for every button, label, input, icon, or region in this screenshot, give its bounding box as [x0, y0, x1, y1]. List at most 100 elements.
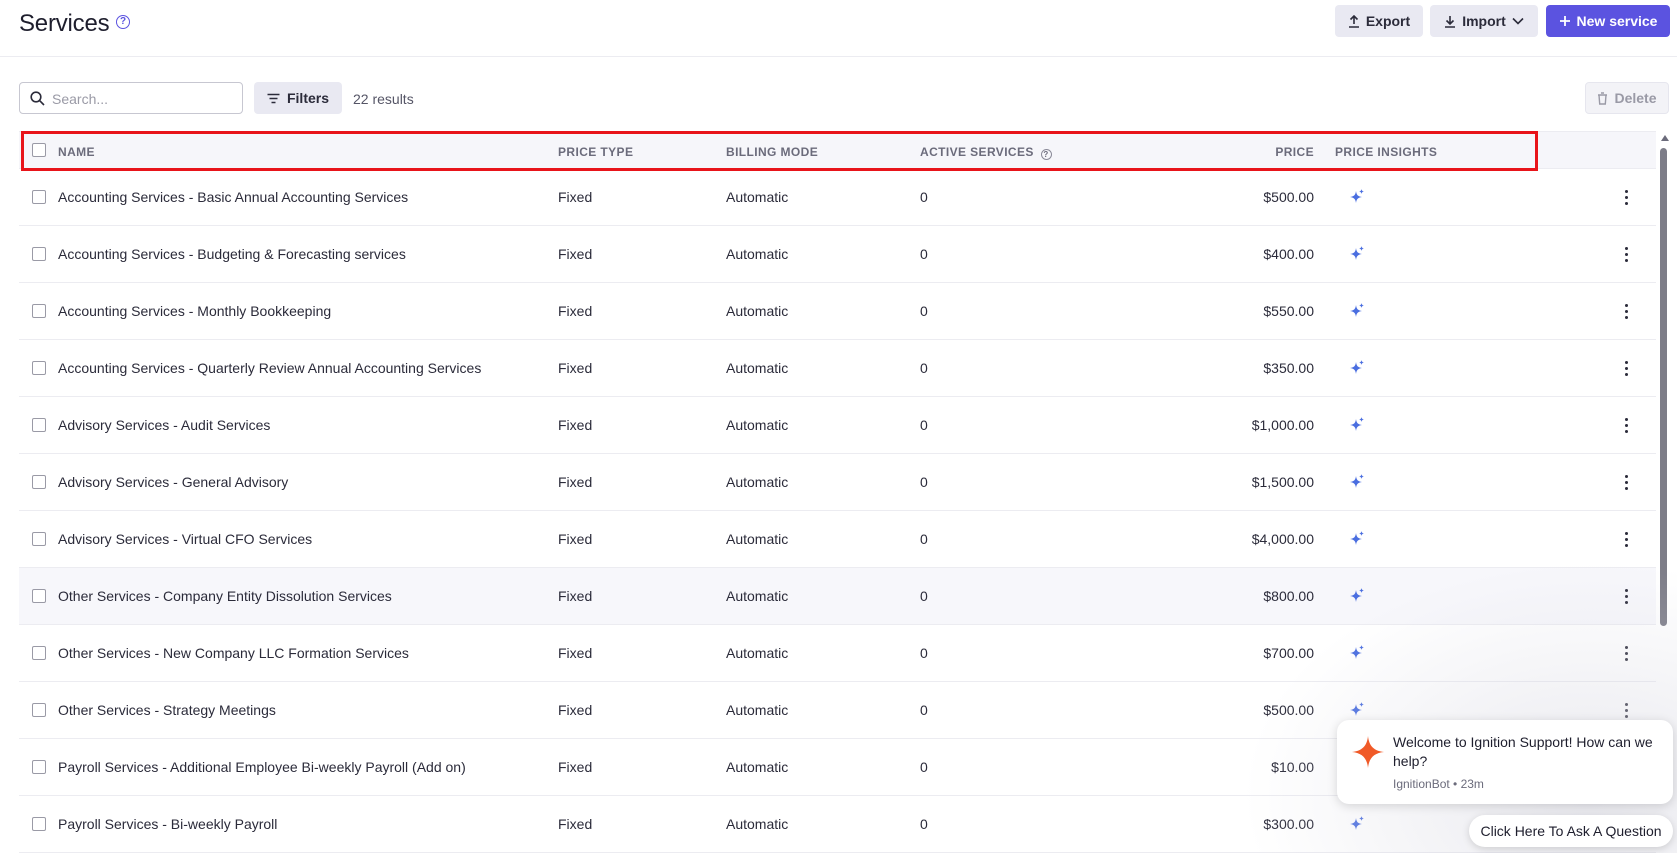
download-icon [1445, 15, 1456, 28]
table-row[interactable]: Advisory Services - Audit Services Fixed A… [19, 397, 1656, 454]
cell-price: $300.00 [1263, 816, 1314, 832]
table-row[interactable]: Advisory Services - General Advisory Fixe… [19, 454, 1656, 511]
sparkle-icon[interactable] [1348, 473, 1366, 491]
table-row[interactable]: Accounting Services - Quarterly Review A… [19, 340, 1656, 397]
row-checkbox[interactable] [32, 361, 46, 375]
export-label: Export [1365, 13, 1411, 29]
cell-name[interactable]: Other Services - Company Entity Dissolut… [58, 588, 392, 604]
row-menu-icon[interactable] [1623, 529, 1629, 549]
sparkle-icon[interactable] [1348, 359, 1366, 377]
row-menu-icon[interactable] [1623, 700, 1629, 720]
sparkle-icon[interactable] [1348, 416, 1366, 434]
page-title: Services [19, 10, 110, 37]
row-checkbox[interactable] [32, 304, 46, 318]
row-menu-icon[interactable] [1623, 415, 1629, 435]
row-checkbox[interactable] [32, 190, 46, 204]
column-header-price[interactable]: PRICE [1194, 145, 1314, 159]
table-row[interactable]: Payroll Services - Bi-weekly Payroll Fixe… [19, 796, 1656, 853]
table-row[interactable]: Other Services - Company Entity Dissolut… [19, 568, 1656, 625]
row-menu-icon[interactable] [1623, 586, 1629, 606]
row-menu-icon[interactable] [1623, 358, 1629, 378]
cell-active-services: 0 [920, 246, 928, 262]
cell-price: $1,500.00 [1251, 474, 1314, 490]
cell-name[interactable]: Payroll Services - Bi-weekly Payroll [58, 816, 277, 832]
cell-price-type: Fixed [558, 417, 593, 433]
plus-icon [1559, 16, 1570, 26]
sparkle-icon[interactable] [1348, 245, 1366, 263]
cell-price: $1,000.00 [1251, 417, 1314, 433]
row-menu-icon[interactable] [1623, 643, 1629, 663]
cell-name[interactable]: Accounting Services - Basic Annual Accou… [58, 189, 408, 205]
sparkle-icon[interactable] [1348, 587, 1366, 605]
row-menu-icon[interactable] [1623, 244, 1629, 264]
row-checkbox[interactable] [32, 703, 46, 717]
row-checkbox[interactable] [32, 760, 46, 774]
sparkle-icon [1352, 736, 1384, 768]
cell-name[interactable]: Accounting Services - Budgeting & Foreca… [58, 246, 406, 262]
cell-name[interactable]: Advisory Services - General Advisory [58, 474, 288, 490]
column-header-price-type[interactable]: PRICE TYPE [558, 145, 633, 159]
row-checkbox[interactable] [32, 247, 46, 261]
cell-billing-mode: Automatic [726, 531, 789, 547]
chat-sender-meta: IgnitionBot • 23m [1393, 777, 1484, 791]
sparkle-icon[interactable] [1348, 701, 1366, 719]
cell-name[interactable]: Accounting Services - Monthly Bookkeepin… [58, 303, 331, 319]
cell-name[interactable]: Advisory Services - Audit Services [58, 417, 270, 433]
cell-active-services: 0 [920, 417, 928, 433]
export-button[interactable]: Export [1335, 5, 1423, 37]
row-checkbox[interactable] [32, 817, 46, 831]
table-row[interactable]: Accounting Services - Basic Annual Accou… [19, 169, 1656, 226]
scrollbar-thumb[interactable] [1660, 148, 1667, 626]
import-button[interactable]: Import [1430, 5, 1538, 37]
column-header-active-services[interactable]: ACTIVE SERVICES ? [920, 145, 1052, 160]
row-checkbox[interactable] [32, 589, 46, 603]
column-header-price-insights: PRICE INSIGHTS [1335, 145, 1438, 159]
cell-price-type: Fixed [558, 303, 593, 319]
table-row[interactable]: Advisory Services - Virtual CFO Services… [19, 511, 1656, 568]
delete-label: Delete [1614, 90, 1657, 106]
row-checkbox[interactable] [32, 646, 46, 660]
cell-billing-mode: Automatic [726, 474, 789, 490]
row-checkbox[interactable] [32, 532, 46, 546]
import-label: Import [1462, 13, 1506, 29]
filters-button[interactable]: Filters [254, 82, 342, 114]
sparkle-icon[interactable] [1348, 815, 1366, 833]
ask-question-button[interactable]: Click Here To Ask A Question [1469, 815, 1673, 847]
sparkle-icon[interactable] [1348, 188, 1366, 206]
trash-icon [1598, 91, 1608, 105]
new-service-button[interactable]: New service [1546, 5, 1670, 37]
chat-bubble[interactable]: Welcome to Ignition Support! How can we … [1337, 720, 1673, 804]
cell-price: $500.00 [1263, 189, 1314, 205]
cell-price: $10.00 [1271, 759, 1314, 775]
row-menu-icon[interactable] [1623, 187, 1629, 207]
row-checkbox[interactable] [32, 475, 46, 489]
cell-name[interactable]: Other Services - Strategy Meetings [58, 702, 276, 718]
delete-button[interactable]: Delete [1585, 82, 1669, 114]
row-menu-icon[interactable] [1623, 301, 1629, 321]
scroll-up-arrow[interactable] [1661, 135, 1669, 141]
cell-price: $800.00 [1263, 588, 1314, 604]
search-input[interactable] [52, 89, 232, 109]
column-header-billing-mode[interactable]: BILLING MODE [726, 145, 818, 159]
cell-billing-mode: Automatic [726, 702, 789, 718]
cell-price-type: Fixed [558, 588, 593, 604]
cell-price: $500.00 [1263, 702, 1314, 718]
cell-name[interactable]: Advisory Services - Virtual CFO Services [58, 531, 312, 547]
cell-name[interactable]: Other Services - New Company LLC Formati… [58, 645, 409, 661]
table-row[interactable]: Accounting Services - Budgeting & Foreca… [19, 226, 1656, 283]
table-row[interactable]: Accounting Services - Monthly Bookkeepin… [19, 283, 1656, 340]
cell-active-services: 0 [920, 588, 928, 604]
sparkle-icon[interactable] [1348, 644, 1366, 662]
row-checkbox[interactable] [32, 418, 46, 432]
table-row[interactable]: Other Services - New Company LLC Formati… [19, 625, 1656, 682]
info-icon[interactable]: ? [1040, 149, 1052, 160]
column-header-name[interactable]: NAME [58, 145, 95, 159]
row-menu-icon[interactable] [1623, 472, 1629, 492]
help-icon[interactable]: ? [116, 15, 130, 29]
cell-name[interactable]: Payroll Services - Additional Employee B… [58, 759, 466, 775]
cell-name[interactable]: Accounting Services - Quarterly Review A… [58, 360, 481, 376]
search-box[interactable] [19, 82, 243, 114]
sparkle-icon[interactable] [1348, 302, 1366, 320]
select-all-checkbox[interactable] [32, 143, 46, 157]
sparkle-icon[interactable] [1348, 530, 1366, 548]
